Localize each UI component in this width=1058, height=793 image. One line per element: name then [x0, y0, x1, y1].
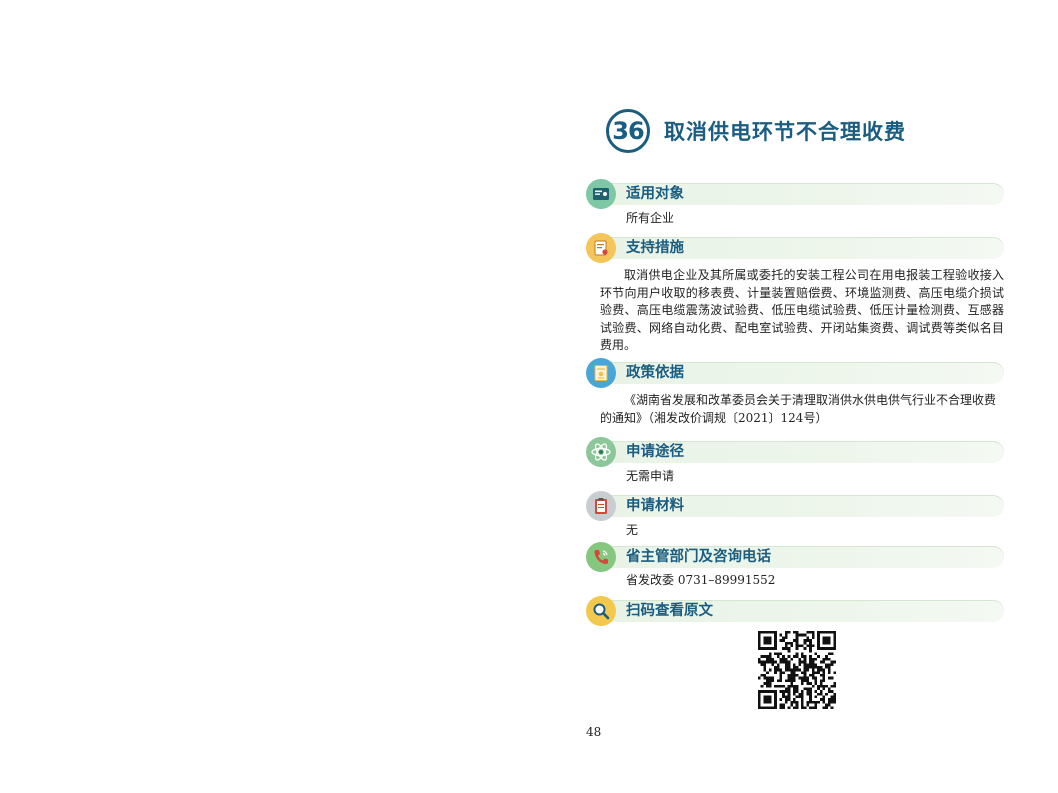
page-title: 36 取消供电环节不合理收费 — [606, 105, 906, 157]
section-header-channel: 申请途径 — [586, 437, 1004, 467]
section-body-materials: 无 — [626, 523, 639, 537]
section-header-measures: 支持措施 — [586, 233, 1004, 263]
document-seal-icon — [586, 233, 616, 263]
atom-icon — [586, 437, 616, 467]
title-text: 取消供电环节不合理收费 — [664, 120, 906, 144]
certificate-icon — [586, 358, 616, 388]
section-header-target: 适用对象 — [586, 179, 1004, 209]
section-body-contact: 省发改委 0731–89991552 — [626, 573, 776, 587]
qr-code — [758, 631, 836, 709]
section-title: 申请材料 — [626, 498, 684, 514]
clipboard-icon — [586, 491, 616, 521]
id-card-icon — [586, 179, 616, 209]
section-title: 扫码查看原文 — [626, 603, 713, 619]
page-number: 48 — [586, 725, 602, 739]
phone-icon — [586, 542, 616, 572]
section-title: 省主管部门及咨询电话 — [626, 549, 771, 565]
section-header-contact: 省主管部门及咨询电话 — [586, 542, 1004, 572]
section-title: 政策依据 — [626, 365, 684, 381]
magnifier-icon — [586, 596, 616, 626]
section-header-materials: 申请材料 — [586, 491, 1004, 521]
section-body-measures: 取消供电企业及其所属或委托的安装工程公司在用电报装工程验收接入环节向用户收取的移… — [600, 268, 1004, 353]
section-header-scan: 扫码查看原文 — [586, 596, 1004, 626]
section-body-target: 所有企业 — [626, 211, 675, 225]
section-title: 申请途径 — [626, 444, 684, 460]
section-title: 适用对象 — [626, 186, 684, 202]
section-header-basis: 政策依据 — [586, 358, 1004, 388]
section-title: 支持措施 — [626, 240, 684, 256]
section-body-basis: 《湖南省发展和改革委员会关于清理取消供水供电供气行业不合理收费的通知》（湘发改价… — [600, 393, 997, 425]
item-number-badge: 36 — [606, 109, 650, 153]
section-body-channel: 无需申请 — [626, 469, 675, 483]
document-page: 36 取消供电环节不合理收费 适用对象 所有企业 支持措施 取消供电企业及其所属… — [0, 0, 1058, 793]
